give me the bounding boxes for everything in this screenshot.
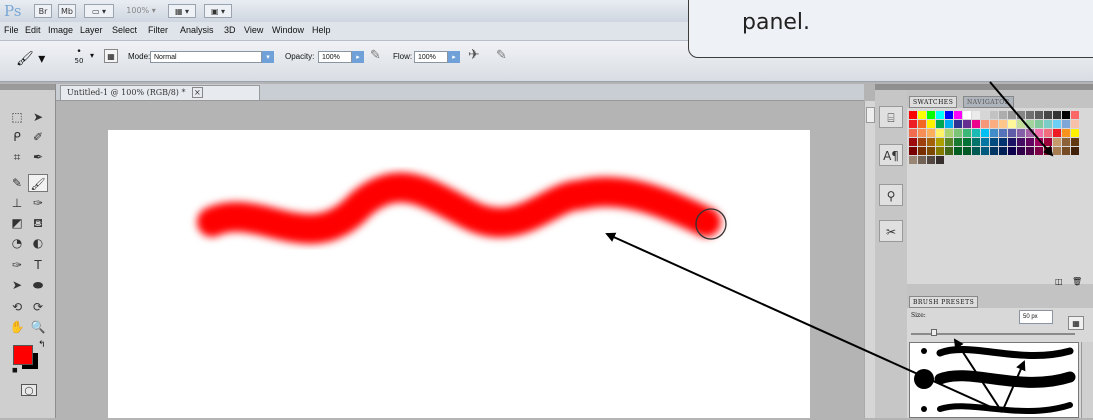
annotation-arrows	[605, 81, 1054, 413]
arrow-to-brush-preset	[1001, 360, 1026, 413]
arrow-to-swatches	[989, 81, 1054, 157]
arrow-to-canvas-stroke	[605, 232, 1003, 413]
